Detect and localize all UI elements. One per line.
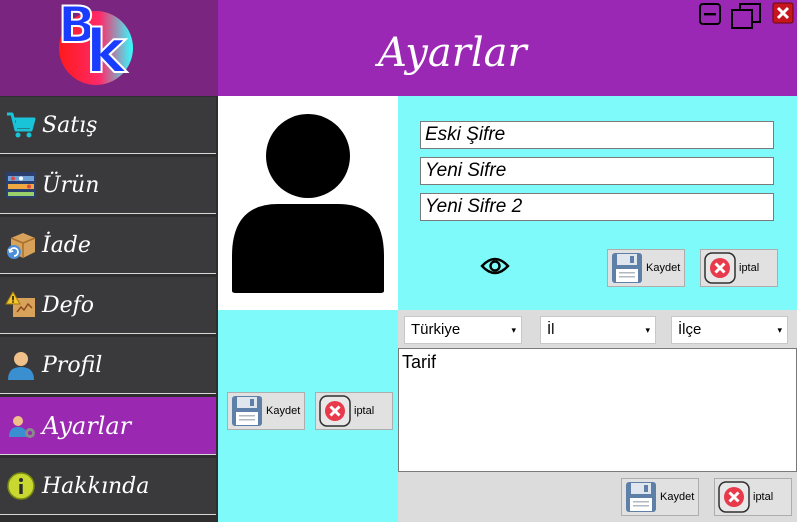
select-value: İlçe — [678, 321, 702, 338]
chevron-down-icon: ▾ — [777, 325, 782, 335]
photo-save-button[interactable]: Kaydet — [227, 392, 305, 430]
address-cancel-button[interactable]: iptal — [714, 478, 792, 516]
sidebar-item-label: Satış — [42, 112, 98, 138]
cancel-icon — [318, 394, 352, 428]
show-password-toggle[interactable] — [480, 254, 510, 282]
sidebar-item-label: Ürün — [42, 172, 100, 198]
sidebar-item-label: Ayarlar — [42, 411, 132, 440]
shopping-cart-icon — [4, 108, 38, 142]
sidebar-item-iade[interactable]: İade — [0, 217, 216, 274]
select-value: Türkiye — [411, 321, 461, 338]
page-title: Ayarlar — [378, 30, 527, 76]
sidebar-item-profil[interactable]: Profil — [0, 337, 216, 394]
sidebar-item-urun[interactable]: Ürün — [0, 157, 216, 214]
select-value: İl — [547, 321, 555, 338]
new-password-repeat-input[interactable] — [420, 193, 774, 221]
old-password-input[interactable] — [420, 121, 774, 149]
info-icon — [4, 469, 38, 503]
address-panel: Türkiye ▾ İl ▾ İlçe ▾ Tarif Kaydet iptal — [398, 310, 797, 522]
app-window: B k Satış Ürün İade Defo Profil Ayarlar … — [0, 0, 797, 522]
maximize-button[interactable] — [730, 2, 762, 30]
district-select[interactable]: İlçe ▾ — [671, 316, 788, 344]
recipe-textarea[interactable]: Tarif — [398, 348, 797, 472]
country-select[interactable]: Türkiye ▾ — [404, 316, 522, 344]
sidebar-item-label: Profil — [42, 352, 103, 378]
close-button[interactable] — [772, 2, 796, 26]
app-logo: B k — [0, 0, 218, 96]
sidebar-item-satis[interactable]: Satış — [0, 97, 216, 154]
sidebar-item-label: Defo — [42, 292, 95, 318]
svg-text:k: k — [86, 17, 128, 87]
close-icon — [772, 2, 794, 24]
chevron-down-icon: ▾ — [511, 325, 516, 335]
chevron-down-icon: ▾ — [645, 325, 650, 335]
minimize-button[interactable] — [698, 2, 722, 26]
return-box-icon — [4, 228, 38, 262]
header: Ayarlar — [218, 0, 797, 96]
profile-photo[interactable] — [218, 96, 398, 310]
user-profile-icon — [4, 348, 38, 382]
defect-box-icon — [4, 288, 38, 322]
button-label: Kaydet — [646, 262, 681, 274]
cancel-icon — [717, 480, 751, 514]
floppy-disk-icon — [230, 394, 264, 428]
button-label: iptal — [739, 262, 760, 274]
password-cancel-button[interactable]: iptal — [700, 249, 778, 287]
password-save-button[interactable]: Kaydet — [607, 249, 685, 287]
floppy-disk-icon — [610, 251, 644, 285]
photo-actions-panel: Kaydet iptal — [218, 310, 398, 522]
sidebar: B k Satış Ürün İade Defo Profil Ayarlar … — [0, 0, 218, 522]
city-select[interactable]: İl ▾ — [540, 316, 656, 344]
eye-icon — [480, 257, 510, 275]
floppy-disk-icon — [624, 480, 658, 514]
sidebar-item-hakkinda[interactable]: Hakkında — [0, 458, 216, 515]
sidebar-item-defo[interactable]: Defo — [0, 277, 216, 334]
photo-cancel-button[interactable]: iptal — [315, 392, 393, 430]
restore-icon — [731, 3, 761, 29]
new-password-input[interactable] — [420, 157, 774, 185]
button-label: iptal — [354, 405, 375, 417]
button-label: Kaydet — [266, 405, 301, 417]
sidebar-item-label: İade — [42, 232, 91, 258]
sidebar-item-ayarlar[interactable]: Ayarlar — [0, 397, 216, 455]
cancel-icon — [703, 251, 737, 285]
button-label: iptal — [753, 491, 774, 503]
password-panel: Kaydet iptal — [398, 96, 797, 310]
minimize-icon — [699, 3, 721, 25]
user-avatar-icon — [232, 114, 384, 293]
button-label: Kaydet — [660, 491, 695, 503]
product-shelf-icon — [4, 168, 38, 202]
address-save-button[interactable]: Kaydet — [621, 478, 699, 516]
sidebar-item-label: Hakkında — [42, 473, 150, 499]
settings-users-icon — [4, 409, 38, 443]
